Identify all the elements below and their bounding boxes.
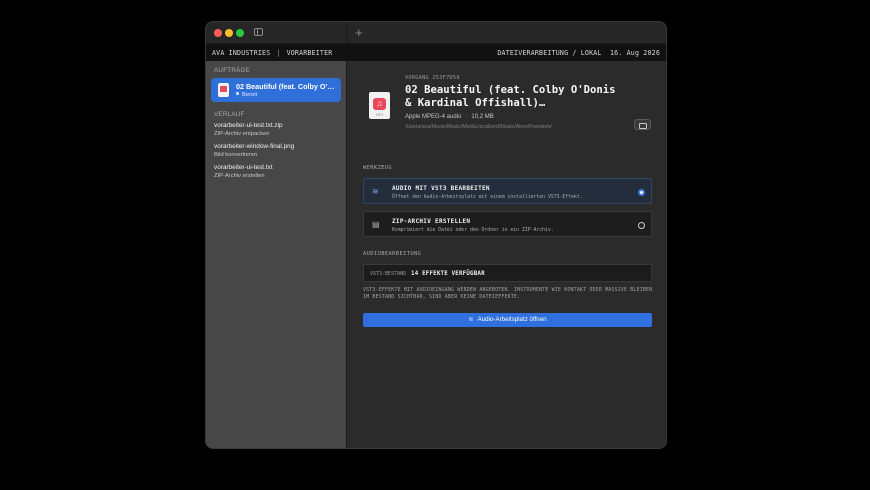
history-item-title: vorarbeiter-window-final.png xyxy=(214,143,295,150)
history-item-subtitle: ZIP-Archiv erstellen xyxy=(214,173,265,179)
file-kind: Apple MPEG-4 audio xyxy=(405,114,462,120)
file-title: 02 Beautiful (feat. Colby O'Donis & Kard… xyxy=(405,84,616,109)
company-name: AVA INDUSTRIES xyxy=(212,49,271,57)
separator: | xyxy=(276,49,281,57)
music-file-icon: ♫ MP3 xyxy=(369,92,390,119)
sidebar-toggle-icon[interactable] xyxy=(254,28,263,36)
file-size: 10,2 MB xyxy=(471,114,494,120)
zoom-window-button[interactable] xyxy=(236,29,244,37)
tool-title: ZIP-ARCHIV ERSTELLEN xyxy=(392,218,471,225)
process-id: VORGANG 253F7D59 xyxy=(405,75,460,81)
meta-separator: · xyxy=(465,114,468,120)
radio-selected-icon[interactable] xyxy=(638,189,645,196)
tools-section-label: WERKZEUG xyxy=(363,165,393,171)
history-item[interactable]: vorarbeiter-ui-test.txt.zip ZIP-Archiv e… xyxy=(214,122,283,137)
sidebar: AUFTRÄGE 02 Beautiful (feat. Colby O'D… … xyxy=(206,61,347,448)
history-section-label: VERLAUF xyxy=(214,111,245,118)
active-job-item[interactable]: 02 Beautiful (feat. Colby O'D… Bereit xyxy=(211,78,341,102)
archive-icon: ▤ xyxy=(372,220,380,229)
job-title: 02 Beautiful (feat. Colby O'D… xyxy=(236,82,338,91)
tool-title: AUDIO MIT VST3 BEARBEITEN xyxy=(392,185,490,192)
open-audio-workspace-button[interactable]: ≋ Audio-Arbeitsplatz öffnen xyxy=(363,313,652,327)
main-panel: ♫ MP3 VORGANG 253F7D59 02 Beautiful (fea… xyxy=(347,61,666,448)
reveal-in-folder-button[interactable] xyxy=(634,119,651,130)
tool-description: Öffnet den Audio-Arbeitsplatz mit einem … xyxy=(392,195,583,200)
music-note-icon: ♫ xyxy=(373,98,386,110)
history-item[interactable]: vorarbeiter-ui-test.txt ZIP-Archiv erste… xyxy=(214,164,273,179)
history-item-title: vorarbeiter-ui-test.txt xyxy=(214,164,273,171)
file-meta: Apple MPEG-4 audio · 10,2 MB xyxy=(405,114,494,120)
info-bar: AVA INDUSTRIES | VORARBEITER DATEIVERARBEI… xyxy=(206,44,666,61)
new-tab-button[interactable]: + xyxy=(355,25,363,41)
history-item-subtitle: ZIP-Archiv entpacken xyxy=(214,131,270,137)
status-dot-icon xyxy=(236,92,239,95)
audio-section-label: AUDIOBEARBEITUNG xyxy=(363,251,422,257)
job-status: Bereit xyxy=(236,92,257,98)
vst-inventory-value: 14 EFFEKTE VERFÜGBAR xyxy=(411,270,485,277)
history-item-subtitle: Bild konvertieren xyxy=(214,152,258,158)
history-item-title: vorarbeiter-ui-test.txt.zip xyxy=(214,122,283,129)
location-label: DATEIVERARBEITUNG / LOKAL xyxy=(497,49,602,57)
tool-option-zip[interactable]: ▤ ZIP-ARCHIV ERSTELLEN Komprimiert die D… xyxy=(363,211,652,237)
open-audio-workspace-label: Audio-Arbeitsplatz öffnen xyxy=(477,316,547,323)
waveform-icon: ≋ xyxy=(468,316,474,323)
info-bar-left: AVA INDUSTRIES | VORARBEITER xyxy=(212,49,332,57)
tool-description: Komprimiert die Datei oder den Ordner in… xyxy=(392,228,554,233)
radio-unselected-icon[interactable] xyxy=(638,222,645,229)
titlebar: + xyxy=(206,22,666,44)
close-window-button[interactable] xyxy=(214,29,222,37)
file-path: /Users/ava/Music/Music/Media.localized/M… xyxy=(405,124,552,130)
history-item[interactable]: vorarbeiter-window-final.png Bild konver… xyxy=(214,143,294,158)
file-extension-label: MP3 xyxy=(375,113,384,117)
module-name: VORARBEITER xyxy=(286,49,333,57)
audio-file-icon xyxy=(218,83,229,97)
vst-note: VST3-EFFEKTE MIT AUDIOEINGANG WERDEN ANG… xyxy=(363,287,653,300)
job-status-text: Bereit xyxy=(242,92,258,98)
info-bar-right: DATEIVERARBEITUNG / LOKAL 16. Aug 2026 xyxy=(497,49,660,57)
date-label: 16. Aug 2026 xyxy=(609,49,660,57)
vst-inventory: VST3-BESTAND 14 EFFEKTE VERFÜGBAR xyxy=(363,264,652,282)
jobs-section-label: AUFTRÄGE xyxy=(214,67,251,74)
waveform-icon: ≋ xyxy=(372,187,379,196)
titlebar-sidebar-region xyxy=(206,22,347,44)
minimize-window-button[interactable] xyxy=(225,29,233,37)
app-window: + AVA INDUSTRIES | VORARBEITER DATEIVERARB… xyxy=(205,21,667,449)
vst-inventory-label: VST3-BESTAND xyxy=(370,271,407,277)
tool-option-vst3[interactable]: ≋ AUDIO MIT VST3 BEARBEITEN Öffnet den A… xyxy=(363,178,652,204)
